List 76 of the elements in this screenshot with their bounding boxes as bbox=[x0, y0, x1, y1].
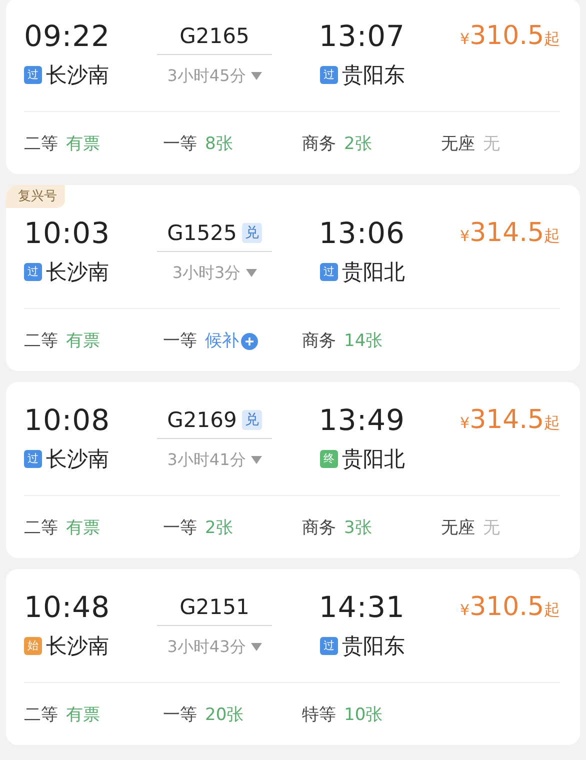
price: ¥310.5起 bbox=[460, 20, 560, 53]
redeem-tag: 兑 bbox=[242, 410, 262, 430]
stop-type-tag: 始 bbox=[24, 637, 42, 655]
stop-type-tag: 过 bbox=[320, 263, 338, 281]
seat-availability: 10张 bbox=[344, 704, 383, 726]
departure-station: 长沙南 bbox=[46, 446, 109, 472]
price: ¥314.5起 bbox=[460, 404, 560, 437]
train-number: G2165 bbox=[180, 24, 250, 48]
seat-availability: 有票 bbox=[66, 517, 100, 539]
seat-availability: 有票 bbox=[66, 133, 100, 155]
stop-type-tag: 过 bbox=[24, 450, 42, 468]
seat-availability: 无 bbox=[483, 133, 500, 155]
dropdown-caret-icon[interactable] bbox=[246, 269, 257, 277]
seat-availability: 14张 bbox=[344, 330, 383, 352]
seat-availability: 20张 bbox=[205, 704, 244, 726]
seat-class: 无座 bbox=[441, 517, 475, 539]
seat-class: 二等 bbox=[24, 133, 58, 155]
seat-class: 商务 bbox=[302, 133, 336, 155]
stop-type-tag: 过 bbox=[320, 637, 338, 655]
dropdown-caret-icon[interactable] bbox=[250, 72, 262, 80]
duration: 3小时45分 bbox=[167, 66, 246, 86]
seat-class: 一等 bbox=[163, 704, 197, 726]
stop-type-tag: 终 bbox=[320, 450, 338, 468]
arrival-time: 13:49 bbox=[318, 402, 405, 438]
train-number: G2151 bbox=[180, 595, 250, 619]
price: ¥310.5起 bbox=[460, 591, 560, 624]
arrival-station: 贵阳北 bbox=[342, 259, 405, 285]
train-number: G1525 bbox=[167, 221, 237, 245]
stop-type-tag: 过 bbox=[24, 66, 42, 84]
seat-class: 一等 bbox=[163, 517, 197, 539]
duration: 3小时3分 bbox=[172, 262, 241, 284]
redeem-tag: 兑 bbox=[242, 223, 262, 243]
price: ¥314.5起 bbox=[460, 217, 560, 250]
train-card[interactable]: 09:22 过 长沙南 G2165 3小时45分 13:07 过 贵阳东 ¥310.5起 二等 有票 一等 8张 商务 2张 无座 无 bbox=[6, 0, 580, 174]
arrival-time: 13:07 bbox=[318, 18, 405, 54]
arrival-station: 贵阳北 bbox=[342, 446, 405, 472]
departure-time: 10:48 bbox=[24, 589, 112, 625]
arrival-station: 贵阳东 bbox=[342, 62, 405, 88]
arrival-time: 13:06 bbox=[318, 215, 405, 251]
train-type-badge: 复兴号 bbox=[6, 185, 65, 208]
seat-class: 商务 bbox=[302, 330, 336, 352]
seat-class: 二等 bbox=[24, 517, 58, 539]
seat-class: 无座 bbox=[441, 133, 475, 155]
train-number: G2169 bbox=[167, 408, 237, 432]
seat-class: 一等 bbox=[163, 330, 197, 352]
seat-class: 二等 bbox=[24, 330, 58, 352]
seat-class: 商务 bbox=[302, 517, 336, 539]
seat-availability: 候补 bbox=[205, 330, 239, 352]
train-card[interactable]: 10:48 始 长沙南 G2151 3小时43分 14:31 过 贵阳东 ¥310.5起 二等 有票 一等 20张 特等 10张 bbox=[6, 569, 580, 745]
seat-availability: 8张 bbox=[205, 133, 233, 155]
seat-class: 二等 bbox=[24, 704, 58, 726]
seat-availability: 有票 bbox=[66, 330, 100, 352]
stop-type-tag: 过 bbox=[320, 66, 338, 84]
seat-availability: 有票 bbox=[66, 704, 100, 726]
departure-time: 09:22 bbox=[24, 18, 112, 54]
seat-availability: 3张 bbox=[344, 517, 372, 539]
seat-availability: 无 bbox=[483, 517, 500, 539]
train-card[interactable]: 复兴号 10:03 过 长沙南 G1525 兑 3小时3分 13:06 过 贵阳北 ¥314.5起 二等 有票 一等 候补 商务 14张 bbox=[6, 185, 580, 371]
seat-class: 特等 bbox=[302, 704, 336, 726]
stop-type-tag: 过 bbox=[24, 263, 42, 281]
plus-icon[interactable] bbox=[241, 332, 258, 350]
departure-station: 长沙南 bbox=[46, 259, 109, 285]
arrival-station: 贵阳东 bbox=[342, 633, 405, 659]
arrival-time: 14:31 bbox=[318, 589, 405, 625]
dropdown-caret-icon[interactable] bbox=[250, 456, 262, 464]
train-card[interactable]: 10:08 过 长沙南 G2169 兑 3小时41分 13:49 终 贵阳北 ¥314.5起 二等 有票 一等 2张 商务 3张 无座 无 bbox=[6, 382, 580, 558]
departure-station: 长沙南 bbox=[46, 633, 109, 659]
departure-station: 长沙南 bbox=[46, 62, 109, 88]
duration: 3小时43分 bbox=[167, 636, 246, 658]
seat-availability: 2张 bbox=[205, 517, 233, 539]
seat-availability: 2张 bbox=[344, 133, 372, 155]
seat-class: 一等 bbox=[163, 133, 197, 155]
duration: 3小时41分 bbox=[167, 450, 246, 470]
dropdown-caret-icon[interactable] bbox=[250, 643, 262, 651]
departure-time: 10:03 bbox=[24, 215, 112, 251]
departure-time: 10:08 bbox=[24, 402, 112, 438]
